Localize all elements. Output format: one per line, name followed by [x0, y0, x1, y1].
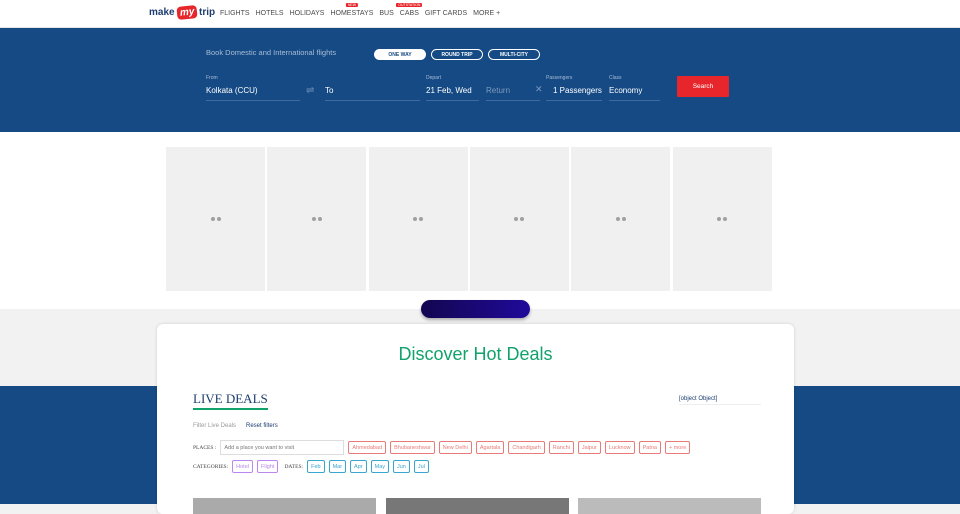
- date-chip[interactable]: Jul: [413, 460, 429, 473]
- dates-label: DATES:: [284, 463, 304, 470]
- nav-badge: OUTSTATION: [396, 3, 423, 7]
- nav-more-[interactable]: MORE +: [473, 10, 500, 17]
- loading-icon: [615, 217, 626, 221]
- depart-field[interactable]: 21 Feb, Wed: [426, 86, 479, 101]
- from-field[interactable]: Kolkata (CCU): [206, 86, 300, 101]
- nav-cabs[interactable]: CABS OUTSTATION: [396, 3, 423, 17]
- search-button[interactable]: Search: [677, 76, 729, 97]
- loading-icon: [413, 217, 424, 221]
- logo-trip: trip: [199, 7, 216, 18]
- date-chip[interactable]: Jun: [393, 460, 410, 473]
- place-chip[interactable]: Lucknow: [604, 441, 635, 454]
- place-chip[interactable]: New Delhi: [438, 441, 472, 454]
- nav-flights[interactable]: FLIGHTS: [220, 10, 250, 17]
- deals-title: Discover Hot Deals: [398, 344, 553, 364]
- logo-my: my: [175, 4, 198, 21]
- logo-make: make: [149, 7, 175, 18]
- class-field[interactable]: Economy: [609, 86, 660, 101]
- place-input[interactable]: Add a place you want to visit: [220, 440, 345, 455]
- reset-filters-link[interactable]: Reset filters: [246, 423, 278, 429]
- places-label: PLACES :: [193, 444, 217, 451]
- deal-thumbnail[interactable]: [578, 498, 761, 514]
- deals-select[interactable]: [object Object]: [679, 396, 761, 405]
- place-chip[interactable]: Patna: [638, 441, 661, 454]
- place-chip[interactable]: Chandigarh: [508, 441, 545, 454]
- offer-tile-placeholder[interactable]: [368, 147, 468, 291]
- to-field[interactable]: To: [325, 86, 420, 101]
- class-label: Class: [609, 75, 622, 81]
- categories-label: CATEGORIES:: [193, 463, 229, 470]
- nav-gift-cards[interactable]: GIFT CARDS: [425, 10, 467, 17]
- makemytrip-logo[interactable]: make my trip: [149, 4, 216, 21]
- place-chip[interactable]: + more: [664, 441, 691, 454]
- places-row: PLACES : Add a place you want to visit A…: [193, 440, 691, 455]
- date-chip[interactable]: Apr: [350, 460, 367, 473]
- clear-return-icon[interactable]: ✕: [535, 84, 543, 95]
- nav-hotels[interactable]: HOTELS: [256, 10, 284, 17]
- place-chip[interactable]: Ranchi: [548, 441, 574, 454]
- offers-pill-button[interactable]: [421, 300, 530, 318]
- passengers-field[interactable]: 1 Passengers: [546, 86, 602, 101]
- date-chip[interactable]: May: [370, 460, 389, 473]
- loading-icon: [210, 217, 221, 221]
- deals-card: Discover Hot Deals LIVE DEALS [object Ob…: [157, 324, 794, 514]
- nav-homestays[interactable]: HOMESTAYS NEW: [330, 3, 373, 17]
- swap-icon[interactable]: ⇌: [306, 85, 314, 96]
- place-chip[interactable]: Ahmedabad: [348, 441, 387, 454]
- trip-one-way[interactable]: ONE WAY: [374, 49, 426, 60]
- offer-tile-placeholder[interactable]: [469, 147, 569, 291]
- date-chip[interactable]: Mar: [328, 460, 347, 473]
- loading-icon: [717, 217, 727, 221]
- from-label: From: [206, 75, 218, 81]
- categories-row: CATEGORIES: Hotel Flight DATES: Feb Mar Apr Ma…: [193, 460, 429, 473]
- nav-holidays[interactable]: HOLIDAYS: [290, 10, 325, 17]
- filter-label: Filter Live Deals: [193, 423, 237, 429]
- filter-row: Filter Live Deals Reset filters: [193, 423, 278, 429]
- offer-tile-placeholder[interactable]: [571, 147, 671, 291]
- place-chip[interactable]: Bhubaneshwar: [390, 441, 435, 454]
- depart-label: Depart: [426, 75, 442, 81]
- return-field[interactable]: Return: [486, 86, 540, 101]
- date-chip[interactable]: Feb: [307, 460, 325, 473]
- nav-badge: NEW: [345, 3, 359, 7]
- place-chip[interactable]: Agartala: [475, 441, 505, 454]
- category-chip[interactable]: Flight: [256, 460, 279, 473]
- trip-round-trip[interactable]: ROUND TRIP: [431, 49, 483, 60]
- offer-tile-placeholder[interactable]: [166, 147, 265, 291]
- deal-thumbnail[interactable]: [386, 498, 569, 514]
- trip-multi-city[interactable]: MULTI-CITY: [488, 49, 540, 60]
- place-chip[interactable]: Jaipur: [577, 441, 601, 454]
- loading-icon: [311, 217, 322, 221]
- search-panel: [0, 28, 960, 132]
- nav-bus[interactable]: BUS: [379, 10, 393, 17]
- main-nav: FLIGHTS HOTELS HOLIDAYS HOMESTAYS NEW BUS CABS…: [220, 3, 500, 17]
- offer-tile-placeholder[interactable]: [672, 147, 772, 291]
- passengers-label: Passengers: [546, 75, 573, 81]
- deal-thumbnail[interactable]: [193, 498, 376, 514]
- live-deals-heading: LIVE DEALS: [193, 391, 268, 410]
- category-chip[interactable]: Hotel: [232, 460, 253, 473]
- loading-icon: [514, 217, 525, 221]
- search-heading: Book Domestic and International flights: [206, 48, 337, 57]
- offer-tile-placeholder[interactable]: [267, 147, 367, 291]
